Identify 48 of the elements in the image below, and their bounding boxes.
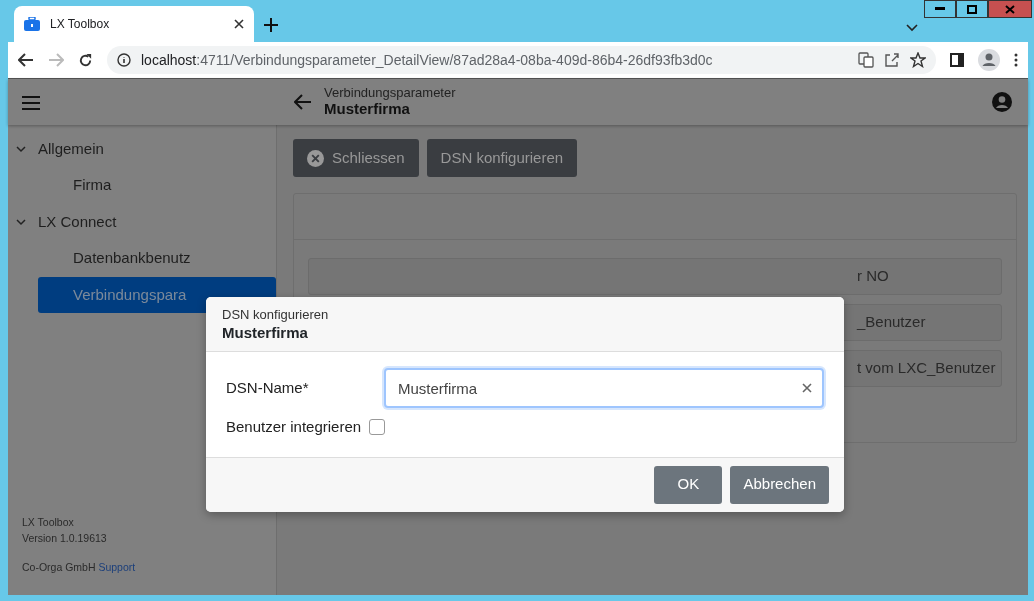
close-icon (1005, 4, 1015, 14)
minimize-icon (935, 7, 945, 11)
toolbox-icon (24, 17, 40, 31)
maximize-icon (967, 4, 977, 14)
back-arrow-icon[interactable] (18, 53, 34, 67)
plus-icon[interactable] (264, 18, 278, 32)
address-bar[interactable]: localhost:4711/Verbindungsparameter_DetailView/87ad28a4-08ba-409d-86b4-26df93fb3d0c (107, 46, 936, 74)
more-icon[interactable] (1014, 53, 1018, 67)
input-field[interactable]: Musterfirma (384, 368, 824, 409)
browser-tab[interactable]: LX Toolbox (14, 6, 254, 42)
chevron-down-icon (16, 218, 26, 226)
close-icon (307, 149, 324, 167)
tab-title: LX Toolbox (50, 16, 111, 33)
profile-icon[interactable] (978, 49, 1000, 71)
checkbox[interactable] (369, 419, 386, 436)
toolbar-button[interactable]: DSN konfigurieren (426, 139, 578, 177)
dialog-button[interactable]: OK (654, 465, 723, 504)
user-icon[interactable] (992, 92, 1012, 112)
field-label: DSN-Name* (226, 377, 310, 398)
reload-icon[interactable] (78, 52, 93, 68)
dialog-title: Musterfirma (222, 322, 309, 343)
url-text: localhost:4711/Verbindungsparameter_DetailView/87ad28a4-08ba-409d-86b4-26df93fb3d0c (141, 50, 714, 70)
option-button[interactable]: r NO (308, 258, 1003, 295)
chevron-icon[interactable] (906, 24, 918, 32)
tree-item[interactable]: Firma (38, 167, 276, 203)
close-window-button[interactable] (988, 0, 1032, 18)
clear-icon[interactable] (802, 383, 812, 394)
page-title: Musterfirma (324, 100, 411, 119)
support-link[interactable]: Support (98, 560, 136, 573)
toolbar-button[interactable]: Schliessen (293, 139, 419, 177)
page-subtitle: Verbindungsparameter (324, 85, 457, 101)
share-icon[interactable] (884, 52, 900, 68)
tree-item[interactable]: Datenbankbenutz (38, 240, 276, 276)
chevron-down-icon (16, 145, 26, 153)
close-icon[interactable] (234, 19, 244, 29)
tree-node[interactable]: LX Connect (8, 204, 123, 240)
version-text: Version 1.0.19613 (22, 530, 108, 546)
tree-node[interactable]: Allgemein (8, 131, 110, 167)
dialog-button[interactable]: Abbrechen (730, 465, 829, 504)
menu-icon[interactable] (22, 95, 40, 110)
product-name: LX Toolbox (22, 515, 75, 531)
maximize-button[interactable] (956, 0, 988, 18)
info-icon (117, 53, 131, 67)
star-icon[interactable] (910, 52, 926, 68)
minimize-button[interactable] (924, 0, 956, 18)
side-panel-icon[interactable] (950, 53, 964, 67)
company-name: Co-Orga GmbH (22, 560, 96, 573)
field-label: Benutzer integrieren (226, 417, 362, 438)
